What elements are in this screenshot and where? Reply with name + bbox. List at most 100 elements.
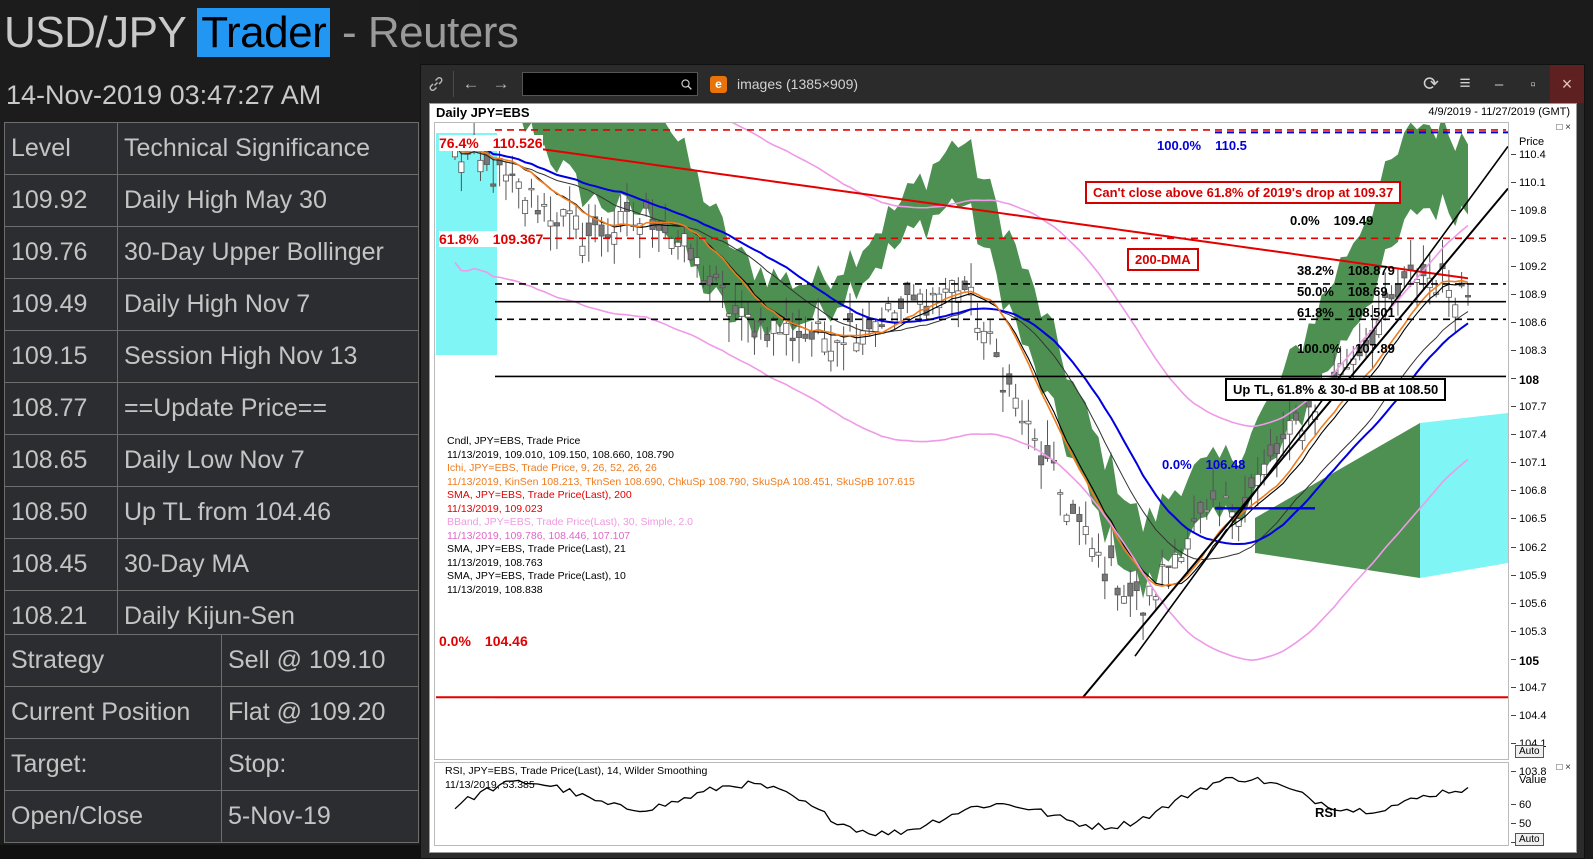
table-row: Open/Close 5-Nov-19: [4, 790, 419, 843]
fib-500-price: 108.69: [1347, 284, 1388, 299]
day-tick-mark: [972, 852, 973, 853]
dma-note[interactable]: 200-DMA: [1127, 248, 1199, 271]
day-tick-mark: [1424, 852, 1425, 853]
level-significance: 30-Day Upper Bollinger: [117, 226, 419, 279]
up-tl-note[interactable]: Up TL, 61.8% & 30-d BB at 108.50: [1225, 378, 1447, 401]
chart-canvas[interactable]: Daily JPY=EBS 4/9/2019 - 11/27/2019 (GMT…: [429, 103, 1577, 853]
rsi-axis[interactable]: □ × Value 60504030 Auto: [1511, 762, 1573, 849]
toolbar-divider: [453, 71, 454, 97]
fib-0-mid: 0.0% 106.48: [1162, 457, 1245, 472]
rsi-tick-mark: [1511, 804, 1516, 806]
strategy-value: Flat @ 109.20: [221, 686, 419, 739]
day-tick-mark: [519, 852, 520, 853]
window-controls: ⟳ ≡ – ▫ ×: [1414, 65, 1584, 103]
reload-icon[interactable]: ⟳: [1414, 65, 1448, 103]
table-row: Target: Stop:: [4, 738, 419, 791]
rsi-plot[interactable]: RSI, JPY=EBS, Trade Price(Last), 14, Wil…: [434, 762, 1509, 846]
day-tick-mark: [648, 852, 649, 853]
fib-382-pct: 38.2%: [1297, 263, 1334, 278]
close-button[interactable]: ×: [1550, 65, 1584, 103]
day-tick-mark: [1295, 852, 1296, 853]
rsi-legend: RSI, JPY=EBS, Trade Price(Last), 14, Wil…: [445, 765, 707, 792]
price-tick-mark: [1511, 181, 1516, 183]
table-row: 108.50 Up TL from 104.46: [4, 486, 419, 539]
page-title: USD/JPY Trader - Reuters: [4, 8, 519, 58]
chart-legend: Cndl, JPY=EBS, Trade Price 11/13/2019, 10…: [447, 435, 915, 597]
price-tick-mark: [1511, 209, 1516, 211]
price-tick-mark: [1511, 658, 1516, 660]
search-icon[interactable]: [680, 78, 693, 91]
level-significance: ==Update Price==: [117, 382, 419, 435]
price-tick-label: 108.9: [1519, 289, 1547, 301]
price-tick-mark: [1511, 322, 1516, 324]
legend-line: 11/13/2019, 108.763: [447, 556, 543, 569]
page-title-selected-word[interactable]: Trader: [197, 8, 331, 57]
strategy-table: Strategy Sell @ 109.10 Current Position Fla…: [4, 634, 419, 843]
fib-764: 76.4% 110.526: [439, 135, 543, 151]
legend-line: Ichi, JPY=EBS, Trade Price, 9, 26, 52, 2…: [447, 462, 657, 474]
price-tick-mark: [1511, 406, 1516, 408]
price-axis[interactable]: □ × Price 110.4 110.1 109.8 109.5 109.2 108.9…: [1511, 122, 1573, 778]
table-row: Strategy Sell @ 109.10: [4, 634, 419, 687]
link-icon[interactable]: [421, 69, 451, 99]
table-row: 109.92 Daily High May 30: [4, 174, 419, 227]
fib-500: 50.0% 108.69: [1297, 284, 1388, 299]
fib-0-right-price: 109.49: [1333, 213, 1374, 228]
chart-symbol: Daily JPY=EBS: [436, 105, 530, 120]
price-tick-label: 108.6: [1519, 317, 1547, 330]
day-tick-mark: [745, 852, 746, 853]
day-tick-mark: [551, 852, 552, 853]
price-tick-label: 109.2: [1519, 260, 1547, 273]
fib-618-upper-pct: 61.8%: [439, 231, 479, 247]
rsi-tick-mark: [1511, 823, 1516, 825]
left-info-panel: USD/JPY Trader - Reuters 14-Nov-2019 03:…: [0, 0, 519, 859]
table-header-row: Level Technical Significance: [4, 122, 419, 175]
fib-618-price: 108.501: [1347, 305, 1395, 320]
fib-764-pct: 76.4%: [439, 135, 479, 151]
legend-line: BBand, JPY=EBS, Trade Price(Last), 30, S…: [447, 516, 693, 528]
minimize-button[interactable]: –: [1482, 65, 1516, 103]
page-title-suffix: - Reuters: [341, 8, 519, 57]
rsi-axis-collapse-icons[interactable]: □ ×: [1556, 762, 1571, 773]
menu-icon[interactable]: ≡: [1448, 65, 1482, 103]
fib-0-mid-pct: 0.0%: [1162, 457, 1192, 472]
legend-line: 11/13/2019, 109.786, 108.446, 107.107: [447, 529, 631, 542]
level-value: 108.45: [4, 538, 118, 591]
legend-line: 11/13/2019, 109.010, 109.150, 108.660, 1…: [447, 448, 674, 461]
level-significance: Session High Nov 13: [117, 330, 419, 383]
fib-0-lower: 0.0% 104.46: [439, 633, 528, 649]
level-value: 109.92: [4, 174, 118, 227]
price-plot[interactable]: Cndl, JPY=EBS, Trade Price 11/13/2019, 10…: [434, 122, 1509, 760]
rsi-watermark: RSI: [1315, 805, 1337, 820]
day-tick-mark: [1230, 852, 1231, 853]
rsi-tick-label: 60: [1519, 799, 1532, 812]
price-tick-mark: [1511, 518, 1516, 520]
legend-line: 11/13/2019, 109.023: [447, 502, 543, 515]
day-tick-mark: [1457, 852, 1458, 853]
day-tick-mark: [616, 852, 617, 853]
level-significance: Daily High May 30: [117, 174, 419, 227]
axis-collapse-icons[interactable]: □ ×: [1556, 122, 1571, 133]
maximize-button[interactable]: ▫: [1516, 65, 1550, 103]
day-tick-mark: [583, 852, 584, 853]
day-tick-mark: [1036, 852, 1037, 853]
header-significance: Technical Significance: [117, 122, 419, 175]
price-tick-label: 109.8: [1519, 204, 1547, 217]
strategy-key: Open/Close: [4, 790, 222, 843]
level-significance: 30-Day MA: [117, 538, 419, 591]
window-titlebar[interactable]: ← → e images (1385×909) ⟳ ≡ – ▫ ×: [421, 65, 1584, 103]
price-auto-button[interactable]: Auto: [1515, 745, 1544, 758]
cant-close-note[interactable]: Can't close above 61.8% of 2019's drop a…: [1085, 181, 1402, 204]
day-tick-mark: [907, 852, 908, 853]
rsi-auto-button[interactable]: Auto: [1515, 833, 1544, 846]
level-value: 109.49: [4, 278, 118, 331]
fib-0-lower-price: 104.46: [484, 633, 528, 649]
price-tick-mark: [1511, 714, 1516, 716]
forward-icon[interactable]: →: [486, 69, 516, 99]
back-icon[interactable]: ←: [456, 69, 486, 99]
day-tick-mark: [680, 852, 681, 853]
url-input[interactable]: [522, 72, 698, 96]
rsi-axis-title: Value: [1519, 774, 1547, 786]
price-tick-label: 110.4: [1519, 148, 1546, 161]
legend-line: SMA, JPY=EBS, Trade Price(Last), 200: [447, 489, 632, 501]
